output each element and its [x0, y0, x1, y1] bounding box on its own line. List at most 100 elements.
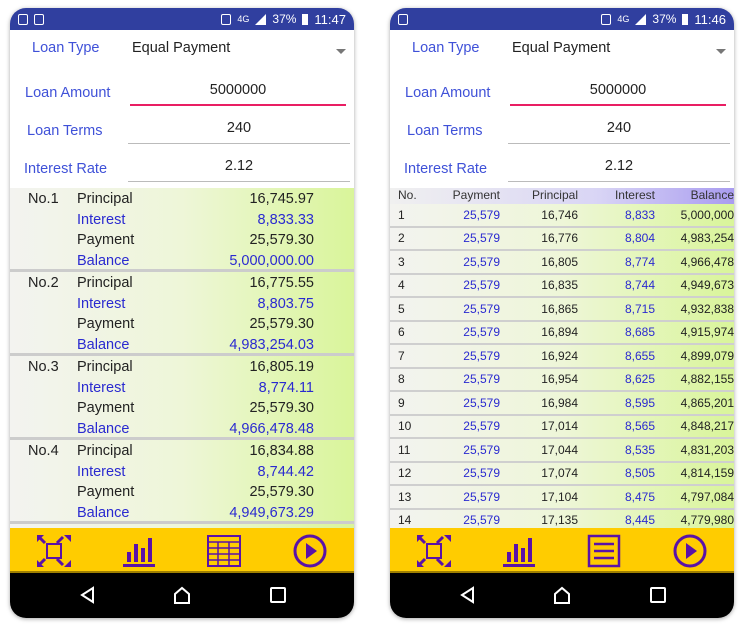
fullscreen-button[interactable] — [416, 534, 452, 568]
table-header: No. Payment Principal Interest Balance — [390, 188, 734, 204]
loan-form: Loan Type Equal Payment Loan Amount 5000… — [10, 30, 354, 188]
loan-amount-input[interactable]: 5000000 — [510, 76, 726, 106]
bar-chart-icon — [120, 538, 156, 572]
field-value: 16,775.55 — [249, 275, 314, 291]
interest-rate-label: Interest Rate — [404, 161, 488, 177]
table-cell: 13 — [398, 489, 412, 504]
loan-type-row: Loan Type Equal Payment — [10, 34, 354, 72]
loan-form: Loan Type Equal Payment Loan Amount 5000… — [390, 30, 734, 188]
back-button[interactable] — [458, 585, 478, 605]
fullscreen-icon — [36, 535, 72, 572]
list-button[interactable] — [586, 534, 622, 568]
schedule-list[interactable]: No.1 Principal 16,745.97 Interest 8,833.33 Pa… — [10, 188, 354, 528]
recents-button[interactable] — [648, 585, 668, 605]
list-item: No.2 Principal 16,775.55 Interest 8,803.75 Pa… — [10, 272, 354, 356]
loan-type-dropdown[interactable]: Equal Payment — [500, 34, 734, 64]
table-cell: 8,804 — [624, 231, 655, 246]
field-label: Balance — [77, 420, 130, 437]
home-button[interactable] — [552, 585, 572, 605]
loan-type-label: Loan Type — [412, 40, 480, 56]
table-cell: 16,835 — [541, 278, 578, 293]
table-cell: 25,579 — [463, 254, 500, 269]
table-cell: 25,579 — [463, 325, 500, 340]
table-button[interactable] — [206, 534, 242, 568]
loan-amount-input[interactable]: 5000000 — [130, 76, 346, 106]
field-value: 25,579.30 — [249, 316, 314, 332]
field-label: Balance — [77, 252, 130, 269]
list-item: No.4 Principal 16,834.88 Interest 8,744.42 Pa… — [10, 440, 354, 524]
table-cell: 1 — [398, 207, 405, 222]
table-cell: 16,924 — [541, 348, 578, 363]
table-cell: 25,579 — [463, 466, 500, 481]
table-icon — [206, 535, 242, 572]
play-button[interactable] — [292, 534, 328, 568]
table-cell: 25,579 — [463, 395, 500, 410]
bottom-toolbar — [390, 528, 734, 573]
signal-icon — [255, 13, 267, 25]
loan-terms-input[interactable]: 240 — [128, 114, 350, 144]
table-cell: 4,831,203 — [680, 442, 734, 457]
fullscreen-button[interactable] — [36, 534, 72, 568]
image-icon — [34, 13, 44, 25]
android-nav-bar — [390, 573, 734, 618]
table-cell: 25,579 — [463, 489, 500, 504]
table-cell: 17,104 — [541, 489, 578, 504]
field-value: 8,774.11 — [258, 379, 314, 396]
table-row: 13 25,579 17,104 8,475 4,797,084 — [390, 486, 734, 510]
interest-rate-input[interactable]: 2.12 — [508, 152, 730, 182]
table-cell: 8,715 — [624, 301, 655, 316]
table-cell: 8,475 — [624, 489, 655, 504]
table-cell: 5,000,000 — [680, 207, 734, 222]
battery-icon — [682, 13, 689, 25]
loan-terms-input[interactable]: 240 — [508, 114, 730, 144]
bar-chart-button[interactable] — [500, 534, 536, 568]
status-bar: 4G 37% 11:46 — [390, 8, 734, 30]
table-cell: 8,595 — [624, 395, 655, 410]
field-value: 5,000,000.00 — [229, 252, 314, 269]
field-label: Principal — [77, 359, 133, 375]
field-label: Interest — [77, 295, 126, 312]
field-value: 16,834.88 — [249, 443, 314, 459]
table-cell: 4,865,201 — [680, 395, 734, 410]
table-row: 4 25,579 16,835 8,744 4,949,673 — [390, 275, 734, 298]
table-cell: 4,966,478 — [680, 254, 734, 269]
interest-rate-value: 2.12 — [224, 158, 254, 174]
table-cell: 11 — [398, 442, 411, 457]
period-number: No.1 — [28, 191, 59, 207]
field-value: 8,803.75 — [257, 295, 314, 312]
network-type: 4G — [617, 14, 630, 24]
table-cell: 16,954 — [541, 372, 578, 387]
column-header: Balance — [690, 188, 734, 202]
table-cell: 25,579 — [463, 301, 500, 316]
home-button[interactable] — [172, 585, 192, 605]
field-value: 4,949,673.29 — [229, 504, 314, 521]
table-row: 1 25,579 16,746 8,833 5,000,000 — [390, 204, 734, 228]
schedule-table[interactable]: No. Payment Principal Interest Balance 1 25,57… — [390, 188, 734, 528]
table-cell: 25,579 — [463, 513, 500, 528]
period-number: No.3 — [28, 359, 59, 375]
table-cell: 8,565 — [624, 419, 655, 434]
column-header: Interest — [614, 188, 655, 202]
play-button[interactable] — [672, 534, 708, 568]
field-label: Interest — [77, 211, 126, 228]
sim-icon — [18, 13, 28, 25]
sim-icon — [398, 13, 408, 25]
recents-button[interactable] — [268, 585, 288, 605]
interest-rate-input[interactable]: 2.12 — [128, 152, 350, 182]
table-cell: 2 — [398, 231, 405, 246]
field-value: 16,745.97 — [249, 191, 314, 207]
table-cell: 8,445 — [624, 513, 655, 528]
loan-type-dropdown[interactable]: Equal Payment — [120, 34, 354, 64]
back-button[interactable] — [78, 585, 98, 605]
table-row: 12 25,579 17,074 8,505 4,814,159 — [390, 463, 734, 486]
bar-chart-button[interactable] — [120, 534, 156, 568]
table-cell: 17,014 — [541, 419, 578, 434]
table-cell: 7 — [398, 348, 405, 363]
table-row: 2 25,579 16,776 8,804 4,983,254 — [390, 228, 734, 251]
sim-card-icon — [221, 13, 232, 25]
field-value: 4,983,254.03 — [229, 336, 314, 353]
table-cell: 25,579 — [463, 442, 500, 457]
chevron-down-icon — [716, 49, 726, 54]
table-row: 9 25,579 16,984 8,595 4,865,201 — [390, 392, 734, 416]
table-cell: 8,535 — [624, 442, 655, 457]
